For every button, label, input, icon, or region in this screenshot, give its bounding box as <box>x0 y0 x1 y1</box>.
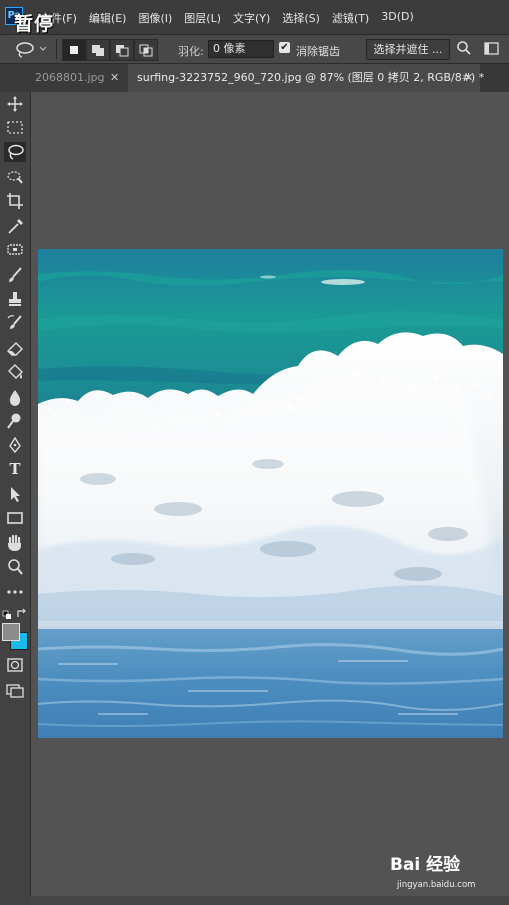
tab-label: 2068801.jpg <box>35 71 105 84</box>
paint-bucket-icon <box>8 364 23 379</box>
antialias-checkbox[interactable]: ✔ <box>279 42 290 53</box>
quick-mask-button[interactable] <box>4 655 26 675</box>
path-select-icon <box>11 487 20 502</box>
new-selection-button[interactable] <box>62 39 86 61</box>
clone-stamp-icon <box>9 292 21 306</box>
lasso-icon <box>8 144 24 160</box>
ocean-wave-photo <box>38 249 503 738</box>
lasso-icon <box>16 42 47 58</box>
paint-bucket-tool[interactable] <box>4 362 26 382</box>
marquee-tool[interactable] <box>4 118 26 138</box>
more-tools-button[interactable] <box>4 582 26 602</box>
tab-document-1[interactable]: 2068801.jpg ✕ <box>0 64 128 92</box>
hand-icon <box>8 534 21 551</box>
tab-document-2[interactable]: surfing-3223752_960_720.jpg @ 87% (图层 0 … <box>128 64 484 92</box>
search-icon <box>457 41 471 55</box>
search-button[interactable] <box>456 40 472 60</box>
swap-colors-icon <box>17 608 26 617</box>
tools-panel: T <box>0 92 31 905</box>
pause-overlay-label: 暂停 <box>14 13 55 35</box>
add-selection-icon <box>92 45 104 56</box>
rectangle-tool[interactable] <box>4 508 26 528</box>
eyedropper-icon <box>8 219 23 234</box>
foreground-color-swatch[interactable] <box>2 623 20 641</box>
type-tool[interactable]: T <box>4 459 26 479</box>
screen-mode-button[interactable] <box>4 680 26 700</box>
move-tool[interactable] <box>4 94 26 114</box>
eraser-tool[interactable] <box>4 338 26 358</box>
new-selection-icon <box>70 46 78 54</box>
history-brush-icon <box>7 315 22 329</box>
menu-bar: Ps 文件(F) 编辑(E) 图像(I) 图层(L) 文字(Y) 选择(S) 滤… <box>0 0 509 35</box>
eyedropper-tool[interactable] <box>4 216 26 236</box>
antialias-label: 消除锯齿 <box>296 45 340 58</box>
hand-tool[interactable] <box>4 533 26 553</box>
pen-icon <box>9 436 21 454</box>
quick-select-icon <box>7 171 23 184</box>
menu-items: 文件(F) 编辑(E) 图像(I) 图层(L) 文字(Y) 选择(S) 滤镜(T… <box>40 10 426 26</box>
blur-tool[interactable] <box>4 387 26 407</box>
subtract-selection-button[interactable] <box>110 39 134 61</box>
menu-type[interactable]: 文字(Y) <box>233 10 270 26</box>
clone-stamp-tool[interactable] <box>4 289 26 309</box>
baidu-jingyan-watermark: Bai 经验 jingyan.baidu.com <box>390 850 505 895</box>
add-selection-button[interactable] <box>86 39 110 61</box>
healing-brush-tool[interactable] <box>4 240 26 260</box>
rectangle-icon <box>7 512 23 524</box>
default-colors-icon <box>2 610 11 619</box>
menu-3d[interactable]: 3D(D) <box>381 10 414 26</box>
dodge-icon <box>7 413 21 429</box>
zoom-icon <box>8 559 23 575</box>
document-tab-bar: » 2068801.jpg ✕ surfing-3223752_960_720.… <box>0 64 509 92</box>
tool-preset-picker[interactable] <box>14 40 50 58</box>
select-and-mask-button[interactable]: 选择并遮住 ... <box>366 39 450 60</box>
default-colors-button[interactable] <box>2 605 14 624</box>
feather-input[interactable]: 0 像素 <box>208 40 274 58</box>
workspace-icon <box>484 42 499 55</box>
divider <box>56 39 57 59</box>
quick-mask-icon <box>7 658 23 672</box>
path-select-tool[interactable] <box>4 484 26 504</box>
brush-icon <box>9 267 22 282</box>
eraser-icon <box>7 342 23 356</box>
quick-select-tool[interactable] <box>4 167 26 187</box>
menu-edit[interactable]: 编辑(E) <box>89 10 127 26</box>
close-icon[interactable]: ✕ <box>464 64 473 92</box>
healing-brush-icon <box>7 244 23 255</box>
tab-label: surfing-3223752_960_720.jpg @ 87% (图层 0 … <box>137 71 485 84</box>
move-icon <box>7 96 23 112</box>
zoom-tool[interactable] <box>4 557 26 577</box>
blur-icon <box>9 390 21 406</box>
history-brush-tool[interactable] <box>4 313 26 333</box>
crop-tool[interactable] <box>4 191 26 211</box>
intersect-selection-icon <box>139 44 153 57</box>
pen-tool[interactable] <box>4 435 26 455</box>
watermark-url: jingyan.baidu.com <box>397 880 476 890</box>
brush-tool[interactable] <box>4 265 26 285</box>
menu-image[interactable]: 图像(I) <box>138 10 172 26</box>
dodge-tool[interactable] <box>4 411 26 431</box>
lasso-tool[interactable] <box>4 142 26 162</box>
menu-select[interactable]: 选择(S) <box>282 10 320 26</box>
screen-mode-icon <box>6 684 24 698</box>
menu-layer[interactable]: 图层(L) <box>184 10 221 26</box>
feather-label: 羽化: <box>178 45 204 58</box>
crop-icon <box>7 193 23 209</box>
swap-colors-button[interactable] <box>16 604 28 623</box>
status-bar <box>30 896 509 905</box>
marquee-icon <box>7 121 23 134</box>
close-icon[interactable]: ✕ <box>110 64 119 92</box>
workspace-button[interactable] <box>484 41 500 60</box>
watermark-logo: Bai 经验 <box>390 855 461 875</box>
intersect-selection-button[interactable] <box>134 39 158 61</box>
canvas-image[interactable] <box>38 249 503 738</box>
options-bar: 羽化: 0 像素 ✔ 消除锯齿 选择并遮住 ... <box>0 35 509 64</box>
subtract-selection-icon <box>116 45 129 57</box>
more-tools-icon <box>7 590 23 594</box>
menu-filter[interactable]: 滤镜(T) <box>332 10 369 26</box>
